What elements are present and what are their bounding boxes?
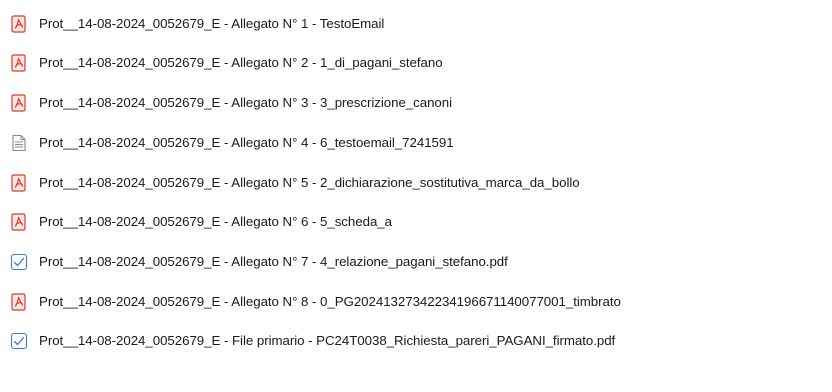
file-row-9[interactable]: Prot__14-08-2024_0052679_E - File primar… [0, 324, 832, 358]
file-name: Prot__14-08-2024_0052679_E - Allegato N°… [39, 294, 621, 309]
file-row-7[interactable]: Prot__14-08-2024_0052679_E - Allegato N°… [0, 245, 832, 279]
file-name: Prot__14-08-2024_0052679_E - Allegato N°… [39, 175, 580, 190]
file-name: Prot__14-08-2024_0052679_E - Allegato N°… [39, 95, 453, 110]
file-name: Prot__14-08-2024_0052679_E - Allegato N°… [39, 254, 508, 269]
file-list: Prot__14-08-2024_0052679_E - Allegato N°… [0, 0, 832, 392]
pdf-icon [10, 94, 28, 112]
file-row-4[interactable]: Prot__14-08-2024_0052679_E - Allegato N°… [0, 126, 832, 160]
pdf-icon [10, 54, 28, 72]
file-row-3[interactable]: Prot__14-08-2024_0052679_E - Allegato N°… [0, 86, 832, 120]
file-name: Prot__14-08-2024_0052679_E - File primar… [39, 333, 616, 348]
file-row-8[interactable]: Prot__14-08-2024_0052679_E - Allegato N°… [0, 285, 832, 319]
file-row-2[interactable]: Prot__14-08-2024_0052679_E - Allegato N°… [0, 46, 832, 80]
file-name: Prot__14-08-2024_0052679_E - Allegato N°… [39, 55, 443, 70]
file-row-5[interactable]: Prot__14-08-2024_0052679_E - Allegato N°… [0, 166, 832, 200]
pdf-icon [10, 15, 28, 33]
text-document-icon [10, 134, 28, 152]
file-name: Prot__14-08-2024_0052679_E - Allegato N°… [39, 16, 385, 31]
pdf-icon [10, 213, 28, 231]
pdf-icon [10, 293, 28, 311]
file-row-6[interactable]: Prot__14-08-2024_0052679_E - Allegato N°… [0, 205, 832, 239]
file-row-1[interactable]: Prot__14-08-2024_0052679_E - Allegato N°… [0, 7, 832, 41]
checked-document-icon [10, 332, 28, 350]
file-name: Prot__14-08-2024_0052679_E - Allegato N°… [39, 214, 392, 229]
checked-document-icon [10, 253, 28, 271]
pdf-icon [10, 174, 28, 192]
file-name: Prot__14-08-2024_0052679_E - Allegato N°… [39, 135, 454, 150]
